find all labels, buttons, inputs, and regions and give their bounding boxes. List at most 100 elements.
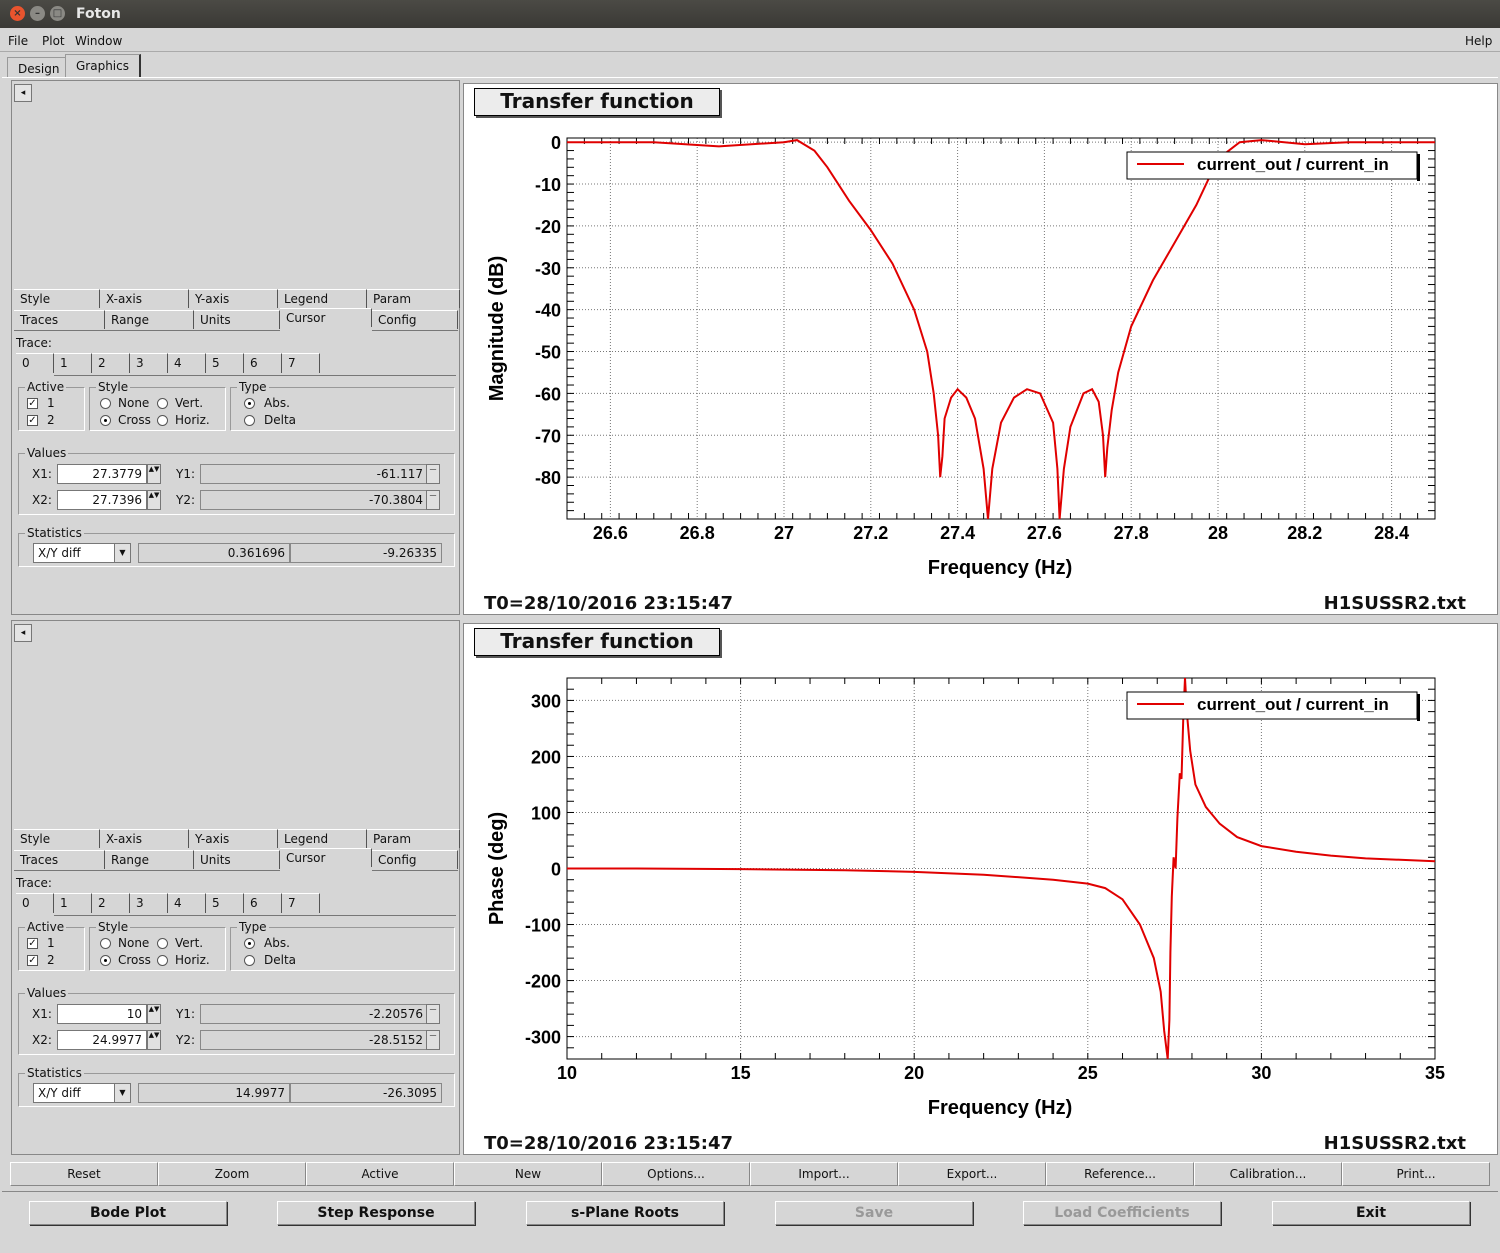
style-horiz-radio[interactable] [157, 415, 168, 426]
step-response-button[interactable]: Step Response [277, 1201, 475, 1225]
type-delta-label: Delta [264, 413, 297, 427]
reference-button[interactable]: Reference... [1046, 1162, 1194, 1186]
tab-config[interactable]: Config [372, 310, 458, 329]
y-tick-label: -80 [535, 468, 561, 488]
menu-window[interactable]: Window [75, 34, 122, 48]
export-button[interactable]: Export... [898, 1162, 1046, 1186]
trace-tab-2[interactable]: 2 [92, 353, 130, 373]
style-cross-radio[interactable] [100, 415, 111, 426]
tab-legend[interactable]: Legend [278, 289, 367, 308]
zoom-button[interactable]: Zoom [158, 1162, 306, 1186]
import-button[interactable]: Import... [750, 1162, 898, 1186]
x2-input[interactable]: 24.9977 [57, 1030, 147, 1050]
tab-design[interactable]: Design [7, 57, 71, 78]
type-abs-radio[interactable] [244, 398, 255, 409]
active-checkbox-1[interactable]: ✓ [27, 398, 38, 409]
x1-input[interactable]: 10 [57, 1004, 147, 1024]
statistics-mode-select[interactable]: X/Y diff ▼ [33, 543, 131, 563]
x2-spinner[interactable]: ▲▼ [147, 1030, 161, 1050]
x1-spinner[interactable]: ▲▼ [147, 464, 161, 484]
tab-xaxis[interactable]: X-axis [100, 289, 189, 308]
trace-tab-4[interactable]: 4 [168, 893, 206, 913]
tab-units[interactable]: Units [194, 850, 280, 869]
style-vert-radio[interactable] [157, 398, 168, 409]
x2-spinner[interactable]: ▲▼ [147, 490, 161, 510]
trace-tab-3[interactable]: 3 [130, 893, 168, 913]
trace-tab-6[interactable]: 6 [244, 893, 282, 913]
tab-style[interactable]: Style [14, 829, 100, 848]
trace-tab-7[interactable]: 7 [282, 353, 320, 373]
new-button[interactable]: New [454, 1162, 602, 1186]
type-abs-radio[interactable] [244, 938, 255, 949]
style-vert-radio[interactable] [157, 938, 168, 949]
tab-traces[interactable]: Traces [14, 850, 105, 869]
tab-yaxis[interactable]: Y-axis [189, 829, 278, 848]
x1-spinner[interactable]: ▲▼ [147, 1004, 161, 1024]
type-delta-radio[interactable] [244, 955, 255, 966]
trace-tab-2[interactable]: 2 [92, 893, 130, 913]
tab-range[interactable]: Range [105, 850, 194, 869]
y1-spinner[interactable]: — [426, 1004, 440, 1024]
collapse-button[interactable]: ◂ [14, 624, 32, 642]
tab-legend[interactable]: Legend [278, 829, 367, 848]
statistics-mode-select[interactable]: X/Y diff ▼ [33, 1083, 131, 1103]
tab-style[interactable]: Style [14, 289, 100, 308]
bode-plot-button[interactable]: Bode Plot [29, 1201, 227, 1225]
tab-yaxis[interactable]: Y-axis [189, 289, 278, 308]
x1-input[interactable]: 27.3779 [57, 464, 147, 484]
style-horiz-radio[interactable] [157, 955, 168, 966]
active-checkbox-2[interactable]: ✓ [27, 415, 38, 426]
s-plane-roots-button[interactable]: s-Plane Roots [526, 1201, 724, 1225]
x2-input[interactable]: 27.7396 [57, 490, 147, 510]
phase-chart[interactable]: 10 15 20 25 30 35 300 200 100 0 -100 -200 -300 Freque… [464, 624, 1497, 1154]
tab-xaxis[interactable]: X-axis [100, 829, 189, 848]
tab-param[interactable]: Param [367, 289, 460, 308]
trace-tab-7[interactable]: 7 [282, 893, 320, 913]
maximize-icon[interactable]: □ [50, 6, 65, 21]
tab-config[interactable]: Config [372, 850, 458, 869]
tab-graphics[interactable]: Graphics [65, 54, 141, 78]
style-none-radio[interactable] [100, 398, 111, 409]
trace-tab-1[interactable]: 1 [54, 353, 92, 373]
active-button[interactable]: Active [306, 1162, 454, 1186]
menu-file[interactable]: File [8, 34, 28, 48]
magnitude-chart[interactable]: 26.6 26.8 27 27.2 27.4 27.6 27.8 28 28.2 28.4 0 -10… [464, 84, 1497, 614]
y2-spinner[interactable]: — [426, 490, 440, 510]
menu-help[interactable]: Help [1465, 34, 1492, 48]
trace-tab-6[interactable]: 6 [244, 353, 282, 373]
style-cross-label: Cross [118, 953, 151, 967]
chevron-down-icon: ▼ [114, 544, 130, 562]
tab-param[interactable]: Param [367, 829, 460, 848]
trace-tab-3[interactable]: 3 [130, 353, 168, 373]
trace-tab-1[interactable]: 1 [54, 893, 92, 913]
collapse-button[interactable]: ◂ [14, 84, 32, 102]
tab-range[interactable]: Range [105, 310, 194, 329]
minimize-icon[interactable]: – [30, 6, 45, 21]
options-button[interactable]: Options... [602, 1162, 750, 1186]
trace-tab-0[interactable]: 0 [16, 353, 54, 373]
tab-cursor[interactable]: Cursor [280, 848, 372, 867]
style-none-radio[interactable] [100, 938, 111, 949]
x-axis-label: Frequency (Hz) [928, 1097, 1072, 1119]
menu-plot[interactable]: Plot [42, 34, 65, 48]
active-checkbox-1[interactable]: ✓ [27, 938, 38, 949]
style-cross-radio[interactable] [100, 955, 111, 966]
trace-tab-5[interactable]: 5 [206, 893, 244, 913]
series-line[interactable] [567, 678, 1435, 1059]
print-button[interactable]: Print... [1342, 1162, 1490, 1186]
y1-spinner[interactable]: — [426, 464, 440, 484]
y2-spinner[interactable]: — [426, 1030, 440, 1050]
exit-button[interactable]: Exit [1272, 1201, 1470, 1225]
tab-units[interactable]: Units [194, 310, 280, 329]
tab-cursor[interactable]: Cursor [280, 308, 372, 327]
trace-tab-0[interactable]: 0 [16, 893, 54, 913]
reset-button[interactable]: Reset [10, 1162, 158, 1186]
values-group-title: Values [25, 986, 69, 1000]
close-icon[interactable]: × [10, 6, 25, 21]
tab-traces[interactable]: Traces [14, 310, 105, 329]
calibration-button[interactable]: Calibration... [1194, 1162, 1342, 1186]
active-checkbox-2[interactable]: ✓ [27, 955, 38, 966]
trace-tab-5[interactable]: 5 [206, 353, 244, 373]
trace-tab-4[interactable]: 4 [168, 353, 206, 373]
type-delta-radio[interactable] [244, 415, 255, 426]
